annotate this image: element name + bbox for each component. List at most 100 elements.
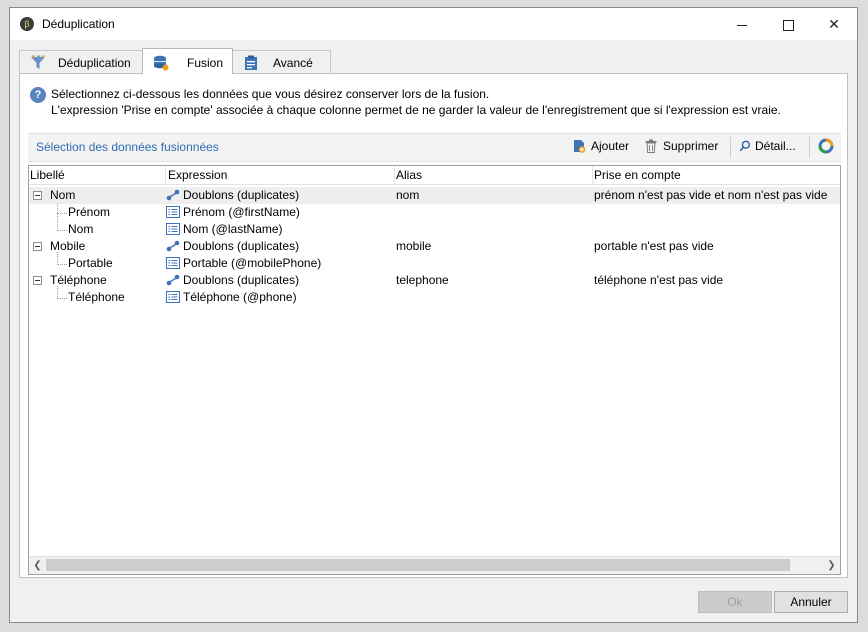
row-condition: portable n'est pas vide	[594, 239, 714, 253]
scroll-left-icon[interactable]: ❮	[29, 557, 46, 574]
column-divider[interactable]	[165, 166, 166, 184]
row-label: Mobile	[50, 239, 86, 253]
toolbar-separator	[809, 137, 810, 158]
tab-label: Avancé	[273, 56, 313, 70]
column-header-alias[interactable]: Alias	[396, 168, 422, 182]
maximize-icon	[782, 19, 794, 31]
scroll-right-icon[interactable]: ❯	[823, 557, 840, 574]
row-expression: Doublons (duplicates)	[166, 273, 299, 287]
expression-text: Téléphone (@phone)	[183, 290, 297, 304]
detail-button[interactable]: Détail...	[739, 138, 796, 156]
delete-label: Supprimer	[663, 138, 719, 153]
row-label: Téléphone	[50, 273, 107, 287]
row-label: Prénom	[68, 205, 111, 219]
field-icon	[166, 205, 180, 218]
tab-advanced[interactable]: Avancé	[232, 50, 331, 73]
grid-header: Libellé Expression Alias Prise en compte	[29, 166, 840, 185]
collapse-toggle[interactable]	[33, 276, 42, 285]
info-line-1: Sélectionnez ci-dessous les données que …	[51, 87, 490, 101]
row-expression: Portable (@mobilePhone)	[166, 256, 321, 270]
app-logo-icon: β	[20, 17, 34, 31]
window-title: Déduplication	[42, 17, 115, 31]
column-header-expression[interactable]: Expression	[168, 168, 227, 182]
table-row[interactable]: Nom Doublons (duplicates) nom prénom n'e…	[29, 187, 840, 204]
minimize-button[interactable]	[719, 8, 765, 40]
info-line-2: L'expression 'Prise en compte' associée …	[51, 103, 781, 117]
row-expression: Téléphone (@phone)	[166, 290, 297, 304]
column-divider[interactable]	[592, 166, 593, 184]
row-label: Nom	[68, 222, 94, 236]
clipboard-icon	[245, 55, 257, 70]
minimize-icon	[737, 24, 747, 26]
help-icon: ?	[30, 87, 46, 103]
row-expression: Doublons (duplicates)	[166, 188, 299, 202]
table-row[interactable]: Téléphone Téléphone (@phone)	[29, 289, 840, 306]
ok-button[interactable]: Ok	[698, 591, 772, 613]
toolbar: Sélection des données fusionnées Ajouter…	[28, 133, 841, 162]
field-icon	[166, 290, 180, 303]
close-icon: ✕	[828, 16, 840, 32]
expression-text: Doublons (duplicates)	[183, 239, 300, 253]
collapse-toggle[interactable]	[33, 242, 42, 251]
toolbar-separator	[730, 137, 731, 158]
add-button[interactable]: Ajouter	[572, 138, 629, 156]
row-expression: Nom (@lastName)	[166, 222, 283, 236]
database-merge-icon	[154, 55, 169, 71]
ok-label: Ok	[727, 595, 743, 609]
row-condition: prénom n'est pas vide et nom n'est pas v…	[594, 188, 828, 202]
table-row[interactable]: Portable Portable (@mobilePhone)	[29, 255, 840, 272]
column-header-condition[interactable]: Prise en compte	[594, 168, 681, 182]
maximize-button[interactable]	[765, 8, 811, 40]
trash-icon	[645, 139, 657, 153]
column-divider[interactable]	[394, 166, 395, 184]
link-icon	[166, 189, 180, 201]
expression-text: Doublons (duplicates)	[183, 273, 300, 287]
horizontal-scrollbar[interactable]: ❮ ❯	[29, 556, 840, 574]
table-row[interactable]: Prénom Prénom (@firstName)	[29, 204, 840, 221]
close-button[interactable]: ✕	[811, 8, 857, 40]
collapse-toggle[interactable]	[33, 191, 42, 200]
table-row[interactable]: Nom Nom (@lastName)	[29, 221, 840, 238]
row-alias: mobile	[396, 239, 432, 253]
add-icon	[574, 139, 586, 153]
merge-data-grid: Libellé Expression Alias Prise en compte…	[28, 165, 841, 575]
chart-button[interactable]	[818, 138, 834, 156]
expression-text: Doublons (duplicates)	[183, 188, 300, 202]
table-row[interactable]: Mobile Doublons (duplicates) mobile port…	[29, 238, 840, 255]
tab-label: Déduplication	[58, 56, 131, 70]
tab-fusion[interactable]: Fusion	[142, 48, 233, 74]
delete-button[interactable]: Supprimer	[644, 138, 718, 156]
tab-label: Fusion	[187, 56, 224, 70]
scrollbar-thumb[interactable]	[46, 559, 790, 571]
row-label: Portable	[68, 256, 113, 270]
cancel-label: Annuler	[790, 595, 832, 609]
filter-icon	[31, 55, 45, 69]
row-label: Nom	[50, 188, 76, 202]
info-text: Sélectionnez ci-dessous les données que …	[51, 86, 781, 118]
row-expression: Prénom (@firstName)	[166, 205, 300, 219]
detail-label: Détail...	[755, 138, 796, 153]
table-row[interactable]: Téléphone Doublons (duplicates) telephon…	[29, 272, 840, 289]
expression-text: Nom (@lastName)	[183, 222, 283, 236]
add-label: Ajouter	[591, 138, 630, 153]
link-icon	[166, 240, 180, 252]
field-icon	[166, 256, 180, 269]
row-expression: Doublons (duplicates)	[166, 239, 299, 253]
search-icon	[739, 140, 750, 152]
cancel-button[interactable]: Annuler	[774, 591, 848, 613]
row-condition: téléphone n'est pas vide	[594, 273, 724, 287]
row-alias: nom	[396, 188, 420, 202]
dialog-window: β Déduplication ✕ Déduplication Fusion A…	[9, 7, 858, 623]
column-header-label[interactable]: Libellé	[30, 168, 65, 182]
tab-deduplication[interactable]: Déduplication	[19, 50, 143, 73]
expression-text: Prénom (@firstName)	[183, 205, 300, 219]
section-title: Sélection des données fusionnées	[36, 140, 219, 154]
fusion-panel: ? Sélectionnez ci-dessous les données qu…	[19, 73, 848, 578]
row-alias: telephone	[396, 273, 449, 287]
expression-text: Portable (@mobilePhone)	[183, 256, 322, 270]
title-bar: β Déduplication ✕	[10, 8, 857, 40]
pie-chart-icon	[818, 138, 834, 154]
row-label: Téléphone	[68, 290, 125, 304]
link-icon	[166, 274, 180, 286]
field-icon	[166, 222, 180, 235]
